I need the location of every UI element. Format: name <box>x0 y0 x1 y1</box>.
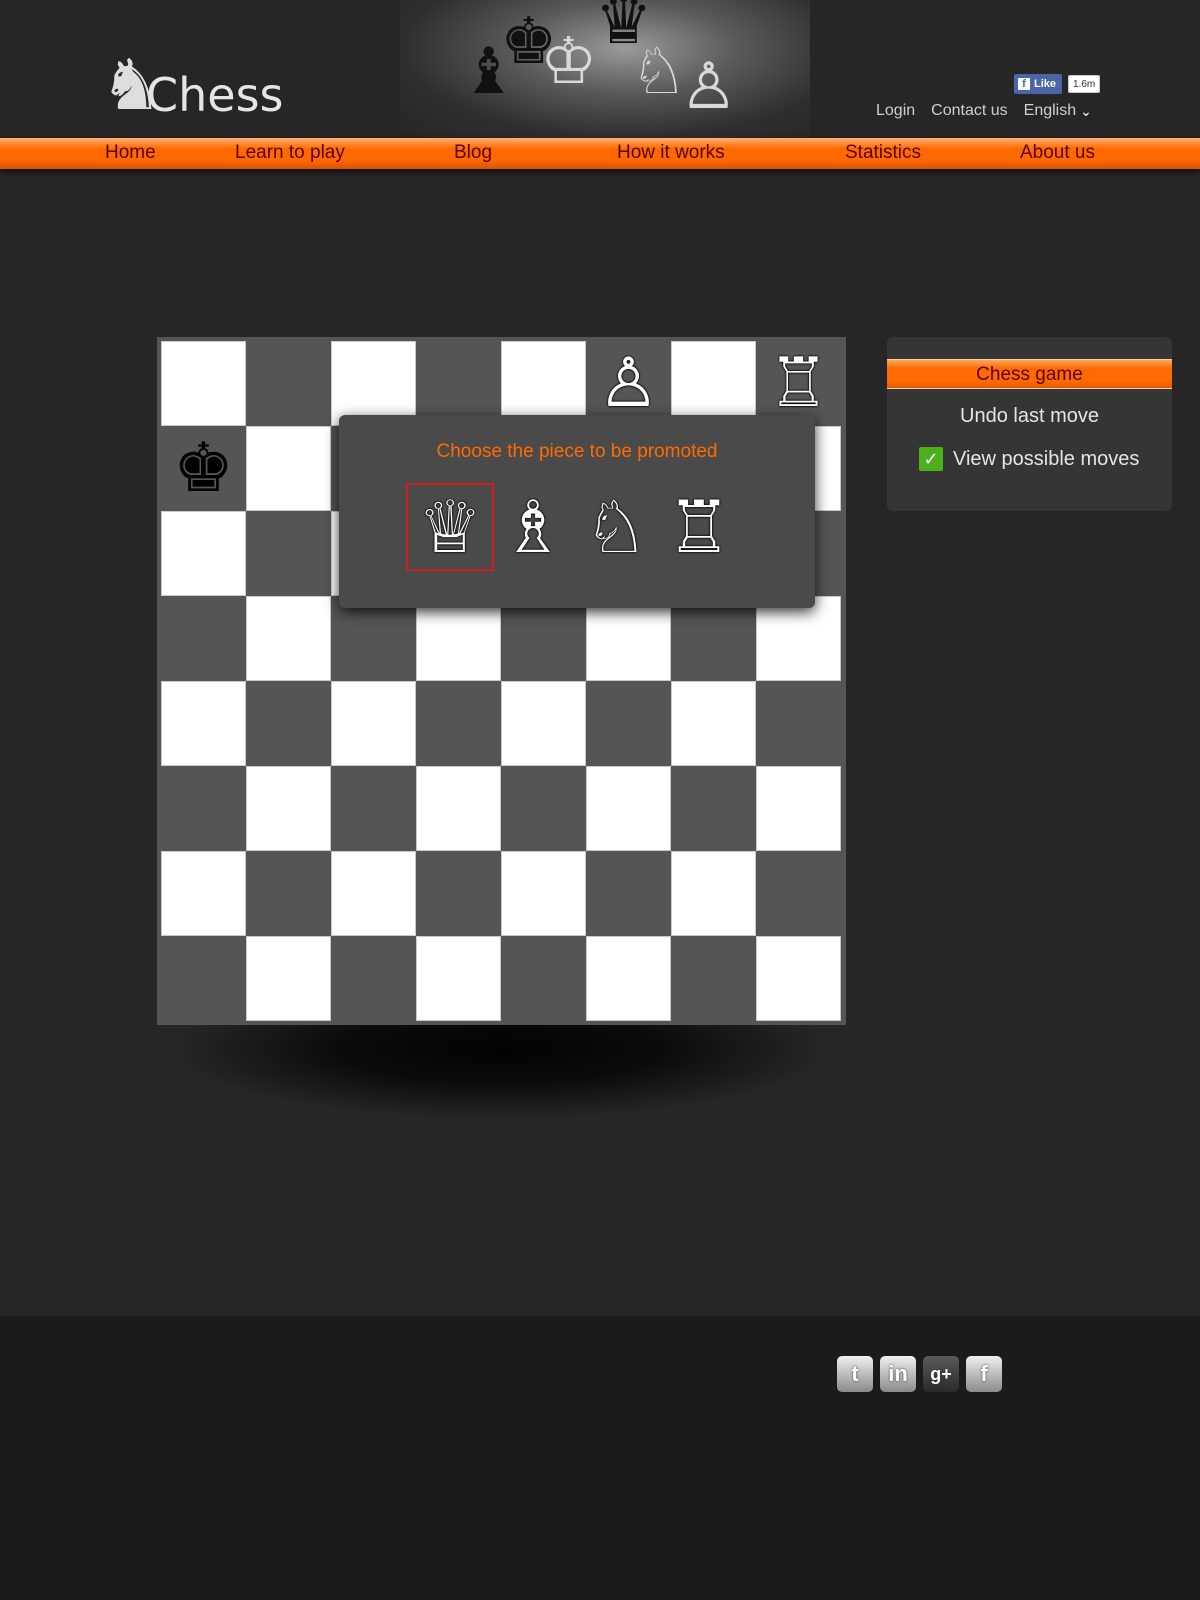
square-d5[interactable] <box>416 596 501 681</box>
undo-last-move-button[interactable]: Undo last move <box>887 405 1172 428</box>
square-e4[interactable] <box>501 681 586 766</box>
view-possible-moves-toggle[interactable]: ✓ View possible moves <box>919 447 1139 471</box>
square-a8[interactable] <box>161 341 246 426</box>
site-footer: t in g+ f <box>0 1316 1200 1600</box>
panel-title: Chess game <box>887 359 1172 389</box>
photo-knight-icon: ♘ <box>630 35 688 109</box>
white-rook-icon[interactable]: ♖ <box>756 341 841 426</box>
photo-king-white-icon: ♔ <box>540 25 598 99</box>
promote-knight-icon[interactable]: ♘ <box>572 483 660 571</box>
photo-pawn-icon: ♙ <box>680 50 738 124</box>
promote-rook-icon[interactable]: ♖ <box>655 483 743 571</box>
nav-item-home[interactable]: Home <box>105 142 156 164</box>
square-e2[interactable] <box>501 851 586 936</box>
contact-link[interactable]: Contact us <box>931 102 1007 120</box>
square-d1[interactable] <box>416 936 501 1021</box>
square-f1[interactable] <box>586 936 671 1021</box>
nav-item-how-it-works[interactable]: How it works <box>617 142 725 164</box>
square-e8[interactable] <box>501 341 586 426</box>
square-g3[interactable] <box>671 766 756 851</box>
square-e5[interactable] <box>501 596 586 681</box>
square-d8[interactable] <box>416 341 501 426</box>
square-b4[interactable] <box>246 681 331 766</box>
square-e1[interactable] <box>501 936 586 1021</box>
facebook-like-widget[interactable]: f Like 1.6m <box>1014 74 1101 94</box>
square-b3[interactable] <box>246 766 331 851</box>
square-h3[interactable] <box>756 766 841 851</box>
square-f2[interactable] <box>586 851 671 936</box>
square-a6[interactable] <box>161 511 246 596</box>
language-label: English <box>1023 102 1077 119</box>
main-nav: Home Learn to play Blog How it works Sta… <box>0 138 1200 169</box>
site-header: ♝ ♚ ♔ ♛ ♘ ♙ ♞ Chess f Like 1.6m Login Co… <box>0 0 1200 138</box>
square-c3[interactable] <box>331 766 416 851</box>
twitter-icon[interactable]: t <box>837 1356 873 1392</box>
square-h4[interactable] <box>756 681 841 766</box>
nav-item-statistics[interactable]: Statistics <box>845 142 921 164</box>
promotion-title: Choose the piece to be promoted <box>436 441 718 462</box>
square-f5[interactable] <box>586 596 671 681</box>
promote-queen-icon[interactable]: ♕ <box>406 483 494 571</box>
square-g1[interactable] <box>671 936 756 1021</box>
square-b7[interactable] <box>246 426 331 511</box>
square-c1[interactable] <box>331 936 416 1021</box>
promotion-dialog: Choose the piece to be promoted ♕ ♗ ♘ ♖ <box>339 415 815 608</box>
square-h5[interactable] <box>756 596 841 681</box>
square-a1[interactable] <box>161 936 246 1021</box>
white-pawn-icon[interactable]: ♙ <box>586 341 671 426</box>
site-logo[interactable]: ♞ Chess <box>100 50 284 120</box>
nav-item-about-us[interactable]: About us <box>1020 142 1095 164</box>
square-g2[interactable] <box>671 851 756 936</box>
nav-item-learn-to-play[interactable]: Learn to play <box>235 142 345 164</box>
square-d3[interactable] <box>416 766 501 851</box>
square-a2[interactable] <box>161 851 246 936</box>
hero-chess-photo: ♝ ♚ ♔ ♛ ♘ ♙ <box>400 0 810 138</box>
square-h1[interactable] <box>756 936 841 1021</box>
square-c5[interactable] <box>331 596 416 681</box>
square-d2[interactable] <box>416 851 501 936</box>
square-a5[interactable] <box>161 596 246 681</box>
square-c4[interactable] <box>331 681 416 766</box>
black-king-icon[interactable]: ♚ <box>161 426 246 511</box>
square-a3[interactable] <box>161 766 246 851</box>
promote-bishop-icon[interactable]: ♗ <box>489 483 577 571</box>
board-shadow <box>170 1010 830 1120</box>
square-g5[interactable] <box>671 596 756 681</box>
checkbox-checked-icon[interactable]: ✓ <box>919 447 943 471</box>
logo-text: Chess <box>146 68 284 122</box>
square-b5[interactable] <box>246 596 331 681</box>
chevron-down-icon: ⌄ <box>1080 102 1092 119</box>
square-b2[interactable] <box>246 851 331 936</box>
facebook-icon[interactable]: f <box>966 1356 1002 1392</box>
square-g8[interactable] <box>671 341 756 426</box>
square-c2[interactable] <box>331 851 416 936</box>
facebook-like-label: Like <box>1034 78 1057 90</box>
square-c8[interactable] <box>331 341 416 426</box>
square-h2[interactable] <box>756 851 841 936</box>
square-e3[interactable] <box>501 766 586 851</box>
square-a4[interactable] <box>161 681 246 766</box>
facebook-icon: f <box>1018 78 1030 90</box>
square-g4[interactable] <box>671 681 756 766</box>
square-d4[interactable] <box>416 681 501 766</box>
view-possible-moves-label: View possible moves <box>953 447 1140 470</box>
google-plus-icon[interactable]: g+ <box>923 1356 959 1392</box>
top-links: Login Contact us English ⌄ <box>876 102 1092 120</box>
square-f4[interactable] <box>586 681 671 766</box>
nav-item-blog[interactable]: Blog <box>454 142 492 164</box>
game-panel: Chess game Undo last move ✓ View possibl… <box>887 337 1172 511</box>
square-b8[interactable] <box>246 341 331 426</box>
facebook-like-count: 1.6m <box>1068 75 1101 93</box>
language-selector[interactable]: English ⌄ <box>1024 102 1092 120</box>
square-b6[interactable] <box>246 511 331 596</box>
login-link[interactable]: Login <box>876 102 915 120</box>
square-b1[interactable] <box>246 936 331 1021</box>
linkedin-icon[interactable]: in <box>880 1356 916 1392</box>
facebook-like-button[interactable]: f Like <box>1014 74 1063 94</box>
square-f3[interactable] <box>586 766 671 851</box>
